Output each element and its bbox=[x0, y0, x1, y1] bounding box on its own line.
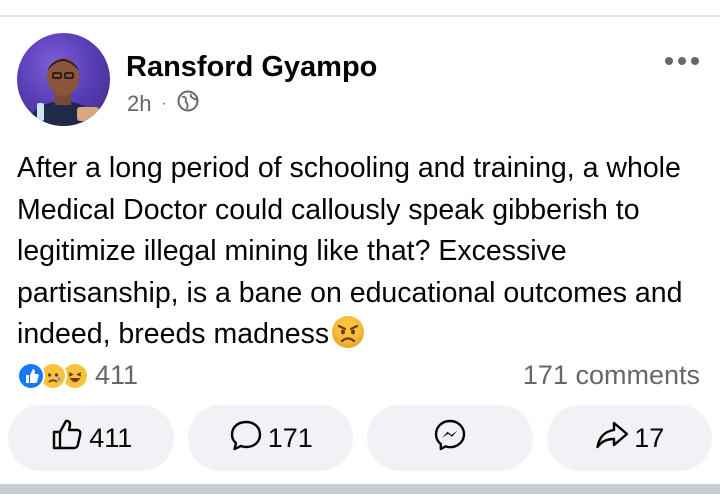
meta-separator: · bbox=[161, 95, 167, 112]
post-header: Ransford Gyampo 2h · bbox=[17, 33, 703, 129]
more-dot bbox=[678, 57, 686, 65]
send-messenger-button[interactable] bbox=[367, 405, 533, 471]
thumbs-up-icon bbox=[49, 417, 85, 460]
action-bar: 411 171 17 bbox=[8, 405, 712, 471]
more-options-button[interactable] bbox=[665, 57, 699, 65]
avatar[interactable] bbox=[17, 33, 110, 126]
comment-bubble-icon bbox=[228, 417, 264, 460]
comment-count: 171 bbox=[267, 422, 313, 453]
more-dot bbox=[665, 57, 673, 65]
more-dot bbox=[691, 57, 699, 65]
top-divider bbox=[0, 15, 720, 17]
share-button[interactable]: 17 bbox=[546, 405, 712, 471]
like-count: 411 bbox=[89, 422, 133, 453]
comment-button[interactable]: 171 bbox=[187, 405, 353, 471]
share-arrow-icon bbox=[594, 417, 630, 460]
messenger-icon bbox=[432, 417, 468, 460]
comments-count-link[interactable]: 171 comments bbox=[523, 360, 700, 391]
reactions-summary[interactable]: 411 bbox=[17, 360, 138, 391]
like-reaction-icon bbox=[17, 361, 45, 390]
bottom-divider bbox=[0, 484, 720, 494]
post-body: After a long period of schooling and tra… bbox=[17, 148, 707, 362]
post-meta: 2h · bbox=[127, 90, 199, 118]
reaction-count: 411 bbox=[95, 360, 139, 390]
post-time[interactable]: 2h bbox=[127, 91, 151, 117]
globe-icon bbox=[177, 90, 199, 118]
like-button[interactable]: 411 bbox=[8, 405, 174, 471]
share-count: 17 bbox=[634, 422, 665, 453]
post-stats: 411 171 comments bbox=[17, 356, 700, 396]
angry-face-emoji-icon bbox=[331, 315, 365, 362]
author-name[interactable]: Ransford Gyampo bbox=[126, 51, 377, 84]
